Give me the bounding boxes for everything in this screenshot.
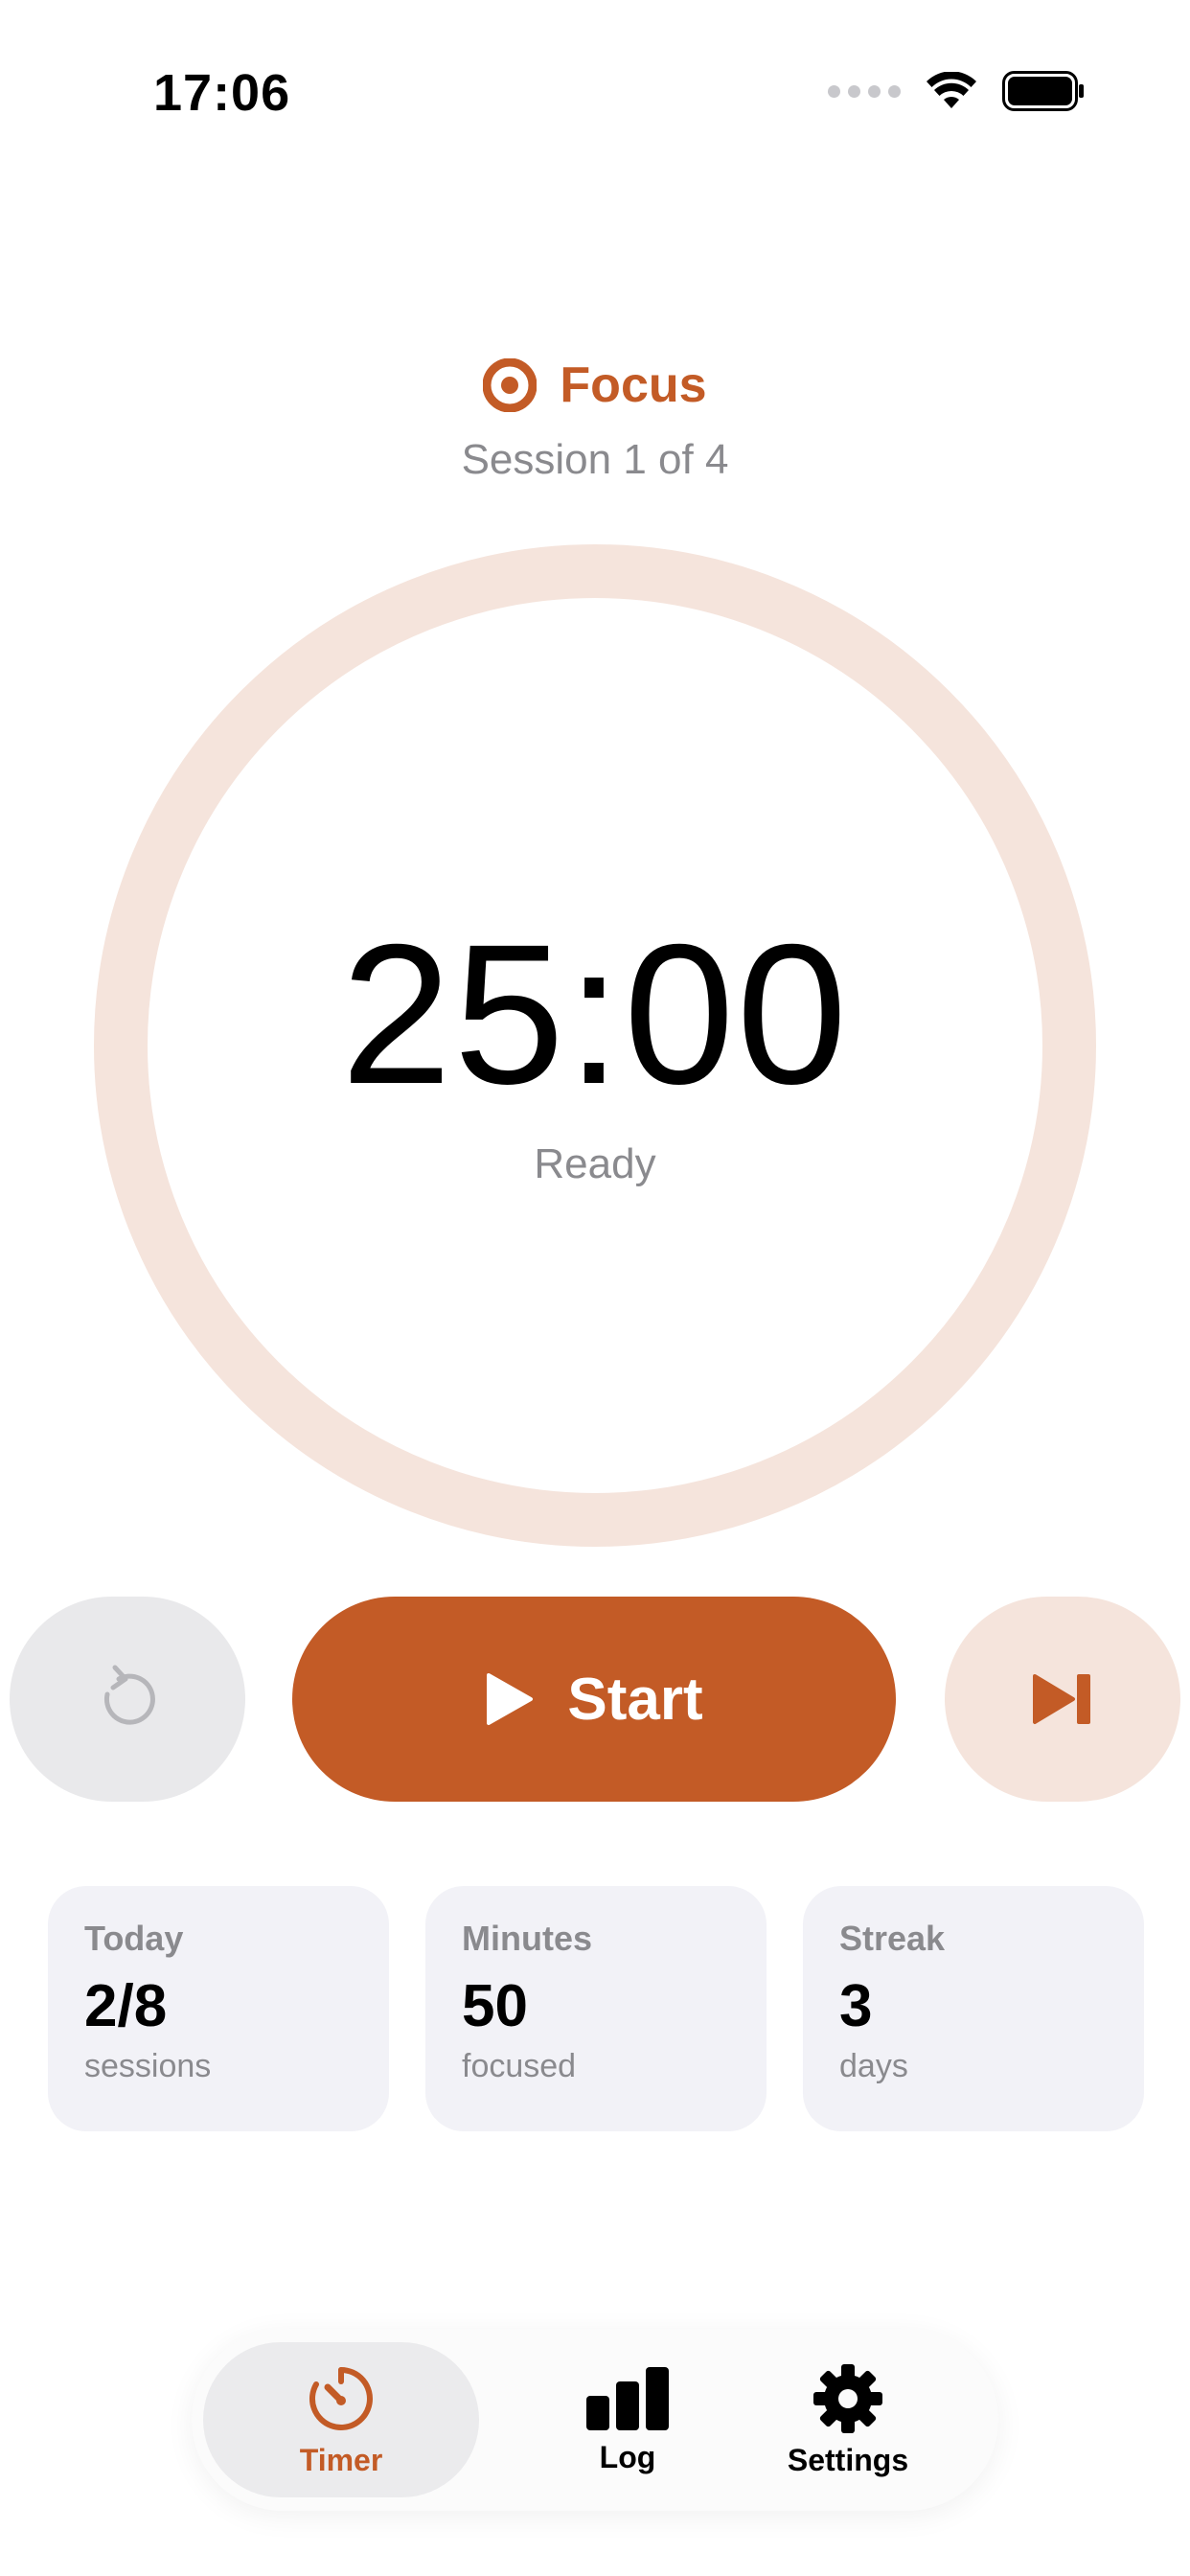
battery-icon (1002, 71, 1084, 111)
stat-card-streak: Streak 3 days (803, 1886, 1144, 2131)
stat-subtitle: days (839, 2048, 908, 2084)
tab-label: Log (599, 2439, 656, 2474)
stat-card-today: Today 2/8 sessions (48, 1886, 389, 2131)
gear-icon (813, 2363, 882, 2433)
tab-settings[interactable]: Settings (767, 2342, 929, 2497)
reset-icon (103, 1665, 155, 1725)
stat-value: 3 (839, 1973, 873, 2039)
session-counter: Session 1 of 4 (461, 436, 729, 483)
tab-bar: Timer Log Settings (192, 2329, 998, 2511)
skip-forward-icon (1033, 1674, 1090, 1724)
bar-chart-icon (586, 2366, 669, 2430)
skip-button[interactable] (945, 1597, 1180, 1802)
timer-state: Ready (534, 1140, 656, 1187)
start-button[interactable]: Start (292, 1597, 896, 1802)
stat-value: 2/8 (84, 1973, 168, 2039)
tab-label: Timer (299, 2442, 383, 2477)
stat-title: Streak (839, 1919, 946, 1958)
mode-header: Focus (0, 356, 1190, 414)
wifi-icon (927, 72, 976, 108)
play-icon (487, 1673, 534, 1725)
stat-card-minutes: Minutes 50 focused (425, 1886, 767, 2131)
tab-log[interactable]: Log (570, 2342, 685, 2497)
timer-icon (309, 2366, 373, 2430)
reset-button[interactable] (10, 1597, 245, 1802)
stat-title: Today (84, 1919, 184, 1958)
stat-title: Minutes (462, 1919, 593, 1958)
stat-subtitle: focused (462, 2048, 577, 2084)
stat-value: 50 (462, 1973, 528, 2039)
focus-target-icon (483, 358, 538, 412)
status-icons (828, 71, 1085, 111)
cellular-signal-icon (828, 84, 901, 98)
start-button-label: Start (567, 1666, 703, 1733)
timer-display: 25:00 (340, 904, 850, 1126)
status-time: 17:06 (153, 64, 291, 122)
mode-label: Focus (560, 357, 707, 413)
tab-label: Settings (787, 2442, 909, 2477)
tab-timer[interactable]: Timer (203, 2342, 479, 2497)
stat-subtitle: sessions (84, 2048, 212, 2084)
stats-row: Today 2/8 sessions Minutes 50 focused St… (48, 1886, 1144, 2131)
